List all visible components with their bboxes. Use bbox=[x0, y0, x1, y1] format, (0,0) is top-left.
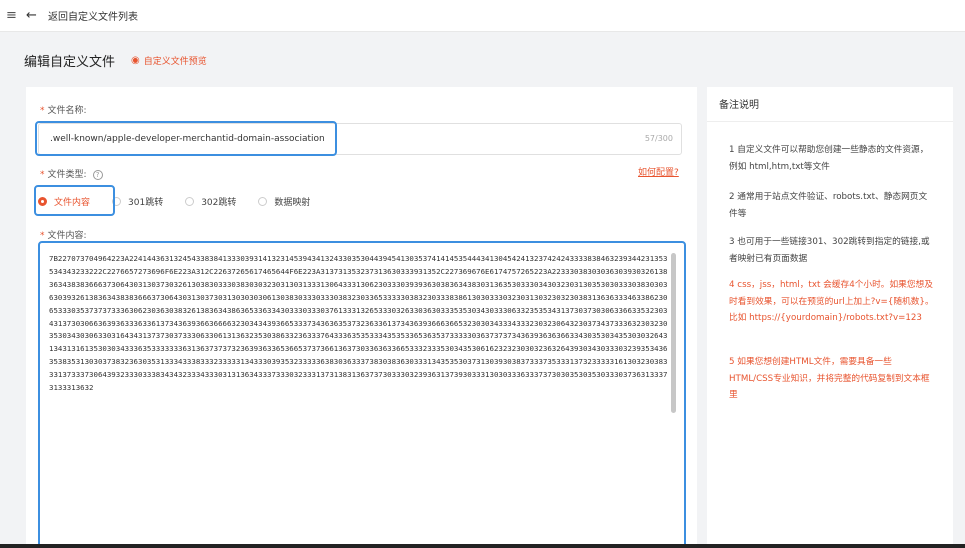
notes-title: 备注说明 bbox=[719, 100, 759, 111]
note-item-html: 5 如果您想创建HTML文件，需要具备一些HTML/CSS专业知识，并将完整的代… bbox=[729, 357, 930, 400]
file-name-highlight bbox=[35, 121, 337, 156]
radio-data-mapping[interactable]: 数据映射 bbox=[258, 195, 310, 208]
file-content-label: * 文件内容: bbox=[40, 231, 87, 241]
note-item: 2 通常用于站点文件验证、robots.txt、静态网页文件等 bbox=[729, 192, 928, 219]
file-content-value[interactable]: 7B227073704964223A2241443631324543383841… bbox=[49, 253, 671, 395]
back-arrow-icon[interactable]: ← bbox=[26, 8, 44, 23]
file-name-counter: 57/300 bbox=[644, 134, 673, 143]
note-item: 1 自定义文件可以帮助您创建一些静态的文件资源，例如 html,htm,txt等… bbox=[729, 145, 929, 172]
file-type-label: * 文件类型:? bbox=[40, 167, 103, 180]
edit-form-panel: * 文件名称: .well-known/apple-developer-merch… bbox=[26, 87, 697, 548]
menu-icon[interactable]: ≡ bbox=[6, 8, 22, 23]
taskbar-edge bbox=[0, 544, 965, 548]
back-link[interactable]: 返回自定义文件列表 bbox=[48, 8, 138, 23]
note-item-cache: 4 css，jss，html，txt 会缓存4个小时。如果您想及时看到效果，可以… bbox=[729, 280, 934, 323]
notes-divider bbox=[707, 121, 953, 122]
eye-icon[interactable]: ◉ bbox=[131, 55, 140, 66]
file-content-textarea[interactable]: 7B227073704964223A2241443631324543383841… bbox=[38, 241, 686, 548]
textarea-scrollbar[interactable] bbox=[671, 253, 676, 413]
note-item: 3 也可用于一些链接301、302跳转到指定的链接,或者映射已有页面数据 bbox=[729, 237, 930, 264]
top-bar: ≡ ← 返回自定义文件列表 bbox=[0, 0, 965, 32]
notes-panel: 备注说明 1 自定义文件可以帮助您创建一些静态的文件资源，例如 html,htm… bbox=[707, 87, 953, 548]
page-title: 编辑自定义文件 bbox=[24, 54, 116, 70]
page-header: 编辑自定义文件 ◉ 自定义文件预览 bbox=[10, 37, 955, 83]
file-type-highlight bbox=[34, 185, 115, 216]
radio-dot[interactable] bbox=[185, 196, 195, 206]
how-to-configure-link[interactable]: 如何配置? bbox=[638, 165, 679, 178]
radio-301-redirect[interactable]: 301跳转 bbox=[112, 195, 163, 208]
file-name-label: * 文件名称: bbox=[40, 106, 87, 116]
radio-dot[interactable] bbox=[258, 196, 268, 206]
preview-link[interactable]: 自定义文件预览 bbox=[144, 54, 207, 67]
help-icon[interactable]: ? bbox=[92, 169, 103, 180]
radio-302-redirect[interactable]: 302跳转 bbox=[185, 195, 236, 208]
